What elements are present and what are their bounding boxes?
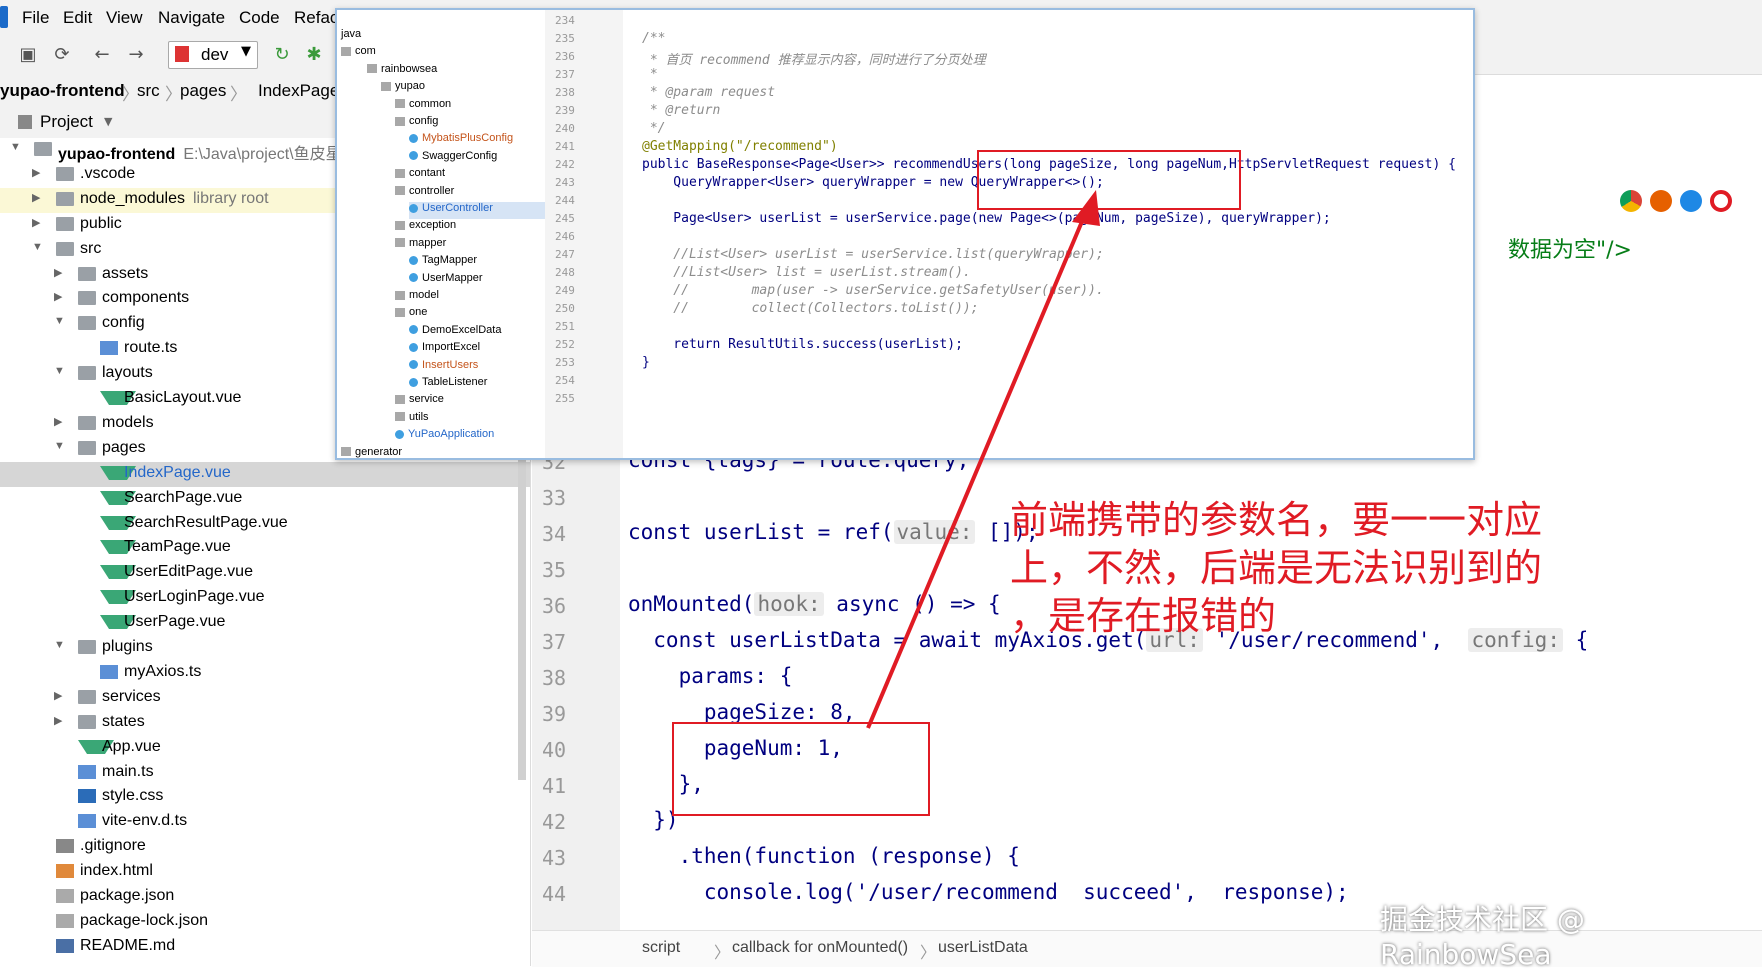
annotation-line-2: 上，不然，后端是无法识别到的 bbox=[1010, 546, 1543, 590]
annotation-arrow bbox=[866, 190, 1100, 729]
annotation-line-3: ，是存在报错的 bbox=[1010, 594, 1277, 638]
watermark: 掘金技术社区 @ RainbowSea bbox=[1380, 903, 1585, 971]
annotation-line-1: 前端携带的参数名，要一一对应 bbox=[1010, 498, 1543, 542]
arrow-head bbox=[1072, 190, 1100, 226]
annotation-text: 前端携带的参数名，要一一对应 上，不然，后端是无法识别到的 ，是存在报错的 bbox=[1010, 496, 1542, 640]
arrow-line bbox=[866, 211, 1088, 729]
